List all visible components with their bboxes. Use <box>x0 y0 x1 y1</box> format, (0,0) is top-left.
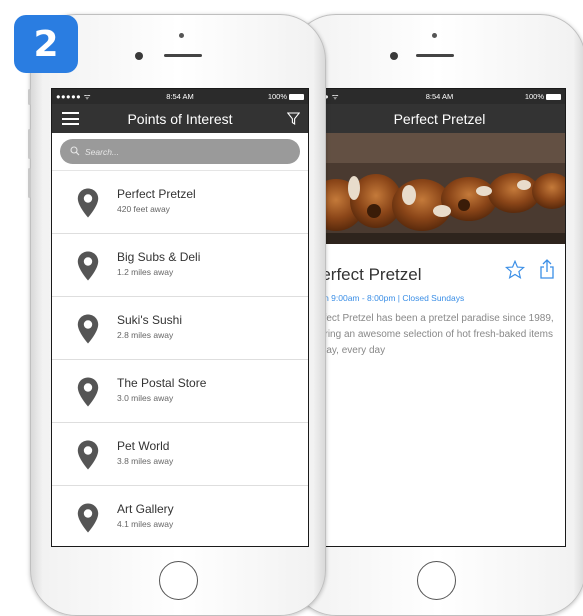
map-pin-icon <box>77 377 99 412</box>
poi-name: Pet World <box>117 439 170 453</box>
earpiece-speaker <box>164 54 202 57</box>
front-sensor <box>432 33 437 38</box>
list-item[interactable]: Pet World 3.8 miles away <box>52 423 308 486</box>
list-item[interactable]: Suki's Sushi 2.8 miles away <box>52 297 308 360</box>
poi-name: The Postal Store <box>117 376 207 390</box>
volume-down-button <box>28 168 31 198</box>
place-description: Perfect Pretzel has been a pretzel parad… <box>313 313 554 356</box>
search-icon <box>70 145 80 158</box>
map-pin-icon <box>77 440 99 475</box>
list-item[interactable]: The Postal Store 3.0 miles away <box>52 360 308 423</box>
front-camera <box>390 52 398 60</box>
poi-distance: 3.8 miles away <box>117 456 174 466</box>
poi-name: Suki's Sushi <box>117 313 182 327</box>
hamburger-menu-icon[interactable] <box>62 112 79 125</box>
search-input[interactable]: Search... <box>60 139 300 164</box>
battery-percent: 100% <box>524 92 544 101</box>
mute-switch <box>28 89 31 105</box>
phone-frame-detail: ●●●●● ᯤ 8:54 AM 100% Perfect Pretzel <box>290 14 583 616</box>
poi-distance: 4.1 miles away <box>117 519 174 529</box>
list-item[interactable]: Perfect Pretzel 420 feet away <box>52 171 308 234</box>
map-pin-icon <box>77 251 99 286</box>
home-button[interactable] <box>417 561 456 600</box>
detail-nav-bar: Perfect Pretzel <box>314 104 565 133</box>
detail-screen: ●●●●● ᯤ 8:54 AM 100% Perfect Pretzel <box>313 88 566 547</box>
list-item[interactable]: Art Gallery 4.1 miles away <box>52 486 308 546</box>
battery-percent: 100% <box>267 92 287 101</box>
poi-list: Perfect Pretzel 420 feet away Big Subs &… <box>52 171 308 546</box>
poi-name: Art Gallery <box>117 502 174 516</box>
poi-distance: 420 feet away <box>117 204 170 214</box>
poi-distance: 3.0 miles away <box>117 393 174 403</box>
filter-funnel-icon[interactable] <box>286 112 301 128</box>
pretzel-photo-illustration <box>314 133 565 244</box>
step-number-badge: 2 <box>14 15 78 73</box>
front-sensor <box>179 33 184 38</box>
home-button[interactable] <box>159 561 198 600</box>
map-pin-icon <box>77 188 99 223</box>
battery-icon <box>546 93 561 100</box>
poi-name: Big Subs & Deli <box>117 250 201 264</box>
list-screen: ●●●●● ᯤ 8:54 AM 100% Points of Interest … <box>51 88 309 547</box>
step-number-label: 2 <box>33 23 59 65</box>
detail-nav-title: Perfect Pretzel <box>393 110 486 127</box>
search-area: Search... <box>52 133 308 171</box>
map-pin-icon <box>77 314 99 349</box>
poi-name: Perfect Pretzel <box>117 187 196 201</box>
star-icon[interactable] <box>504 259 526 284</box>
battery-status: 100% <box>525 92 561 101</box>
detail-card: Perfect Pretzel Open 9:00am - 8:00pm | C… <box>314 245 565 546</box>
poi-distance: 2.8 miles away <box>117 330 174 340</box>
list-item[interactable]: Big Subs & Deli 1.2 miles away <box>52 234 308 297</box>
status-bar: ●●●●● ᯤ 8:54 AM 100% <box>52 89 308 104</box>
place-title: Perfect Pretzel <box>313 265 422 284</box>
poi-distance: 1.2 miles away <box>117 267 174 277</box>
status-bar: ●●●●● ᯤ 8:54 AM 100% <box>314 89 565 104</box>
phone-frame-list: ●●●●● ᯤ 8:54 AM 100% Points of Interest … <box>28 14 326 616</box>
battery-icon <box>289 93 304 100</box>
share-icon[interactable] <box>539 259 555 284</box>
list-nav-title: Points of Interest <box>127 110 233 127</box>
earpiece-speaker <box>416 54 454 57</box>
map-pin-icon <box>77 503 99 538</box>
volume-up-button <box>28 129 31 159</box>
battery-status: 100% <box>268 92 304 101</box>
list-nav-bar: Points of Interest <box>52 104 308 133</box>
search-placeholder: Search... <box>85 146 120 157</box>
opening-hours: Open 9:00am - 8:00pm | Closed Sundays <box>313 293 465 303</box>
pretzel-hero-photo <box>314 133 565 244</box>
front-camera <box>135 52 143 60</box>
